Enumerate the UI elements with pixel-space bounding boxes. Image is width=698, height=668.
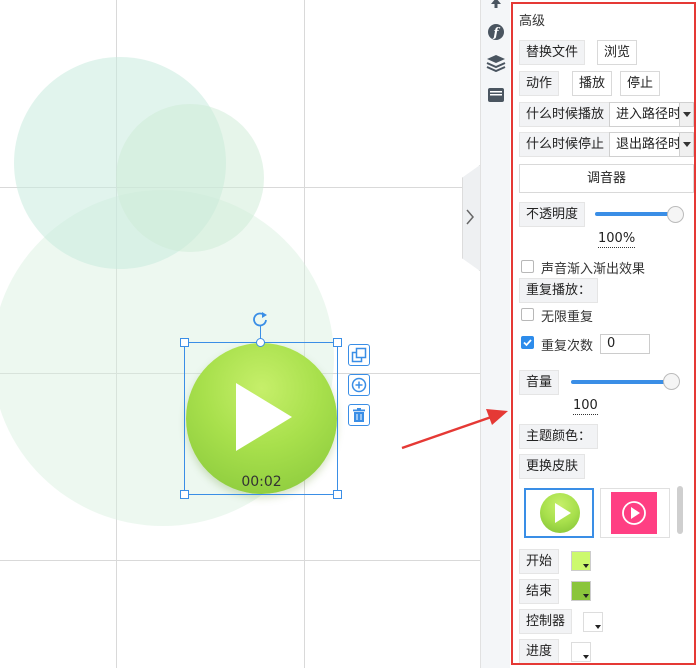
add-button[interactable] [348,374,370,396]
play-circle-icon [622,501,646,525]
function-icon: f [488,24,504,40]
panel-title: 高级 [519,14,546,29]
selection-box[interactable] [184,342,338,495]
opacity-value[interactable]: 100% [598,231,636,248]
infinite-repeat-label: 无限重复 [541,310,594,325]
checkmark-icon [523,339,532,347]
play-button[interactable]: 播放 [572,71,613,96]
when-play-value: 进入路径时 [616,107,682,122]
chevron-right-icon [466,209,474,225]
end-color-label: 结束 [519,579,560,604]
volume-slider[interactable] [571,380,671,384]
start-color-label: 开始 [519,549,560,574]
chevron-down-icon [583,655,589,659]
pin-icon [491,0,501,8]
toolbar-item-animation[interactable] [486,0,506,14]
trash-icon [353,408,365,422]
skin-option-green[interactable] [524,488,594,538]
resize-handle-br[interactable] [333,490,342,499]
skin-option-pink[interactable] [600,488,670,538]
when-stop-label: 什么时候停止 [519,132,612,157]
stop-button[interactable]: 停止 [620,71,661,96]
fade-label: 声音渐入渐出效果 [541,262,646,277]
change-skin-button[interactable]: 更换皮肤 [519,454,586,479]
start-color-picker[interactable] [571,551,591,571]
delete-button[interactable] [348,404,370,426]
controller-color-label: 控制器 [519,609,573,634]
browse-button[interactable]: 浏览 [597,40,638,65]
resize-handle-top[interactable] [256,338,265,347]
toolbar-item-function[interactable]: f [486,22,506,42]
duplicate-button[interactable] [348,344,370,366]
advanced-properties-panel: 高级 替换文件 浏览 动作 播放 停止 什么时候播放 进入路径时 什么时候停止 … [511,2,696,665]
repeat-count-checkbox[interactable] [521,336,534,349]
replace-file-button[interactable]: 替换文件 [519,40,586,65]
repeat-count-input[interactable]: 0 [600,334,650,354]
when-stop-value: 退出路径时 [616,137,682,152]
controller-color-picker[interactable] [583,612,603,632]
design-canvas[interactable] [0,0,480,668]
volume-label: 音量 [519,370,560,395]
chevron-down-icon [679,103,693,126]
chevron-down-icon [679,133,693,156]
when-play-label: 什么时候播放 [519,102,612,127]
when-stop-select[interactable]: 退出路径时 [609,132,694,157]
progress-color-picker[interactable] [571,642,591,662]
fade-checkbox[interactable] [521,260,534,273]
volume-value[interactable]: 100 [573,398,598,415]
archive-icon [488,88,504,102]
repeat-count-label: 重复次数 [541,339,594,354]
volume-slider-thumb[interactable] [663,373,680,390]
play-icon [555,503,571,523]
background-bubble [116,104,264,252]
repeat-label: 重复播放： [519,278,599,303]
skin-scrollbar[interactable] [677,486,683,534]
chevron-down-icon [595,625,601,629]
resize-handle-bl[interactable] [180,490,189,499]
rotate-icon[interactable] [251,310,269,328]
grid-line [0,560,480,561]
resize-handle-tr[interactable] [333,338,342,347]
chevron-down-icon [583,594,589,598]
duplicate-icon [351,347,367,363]
mixer-button[interactable]: 调音器 [519,164,694,193]
theme-color-label: 主题颜色： [519,424,599,449]
resize-handle-tl[interactable] [180,338,189,347]
add-circle-icon [351,377,367,393]
progress-color-label: 进度 [519,639,560,663]
opacity-slider[interactable] [595,212,675,216]
action-label: 动作 [519,71,560,96]
toolbar-item-layers[interactable] [486,53,506,73]
vertical-toolbar: f [480,0,510,668]
layers-icon [486,55,506,72]
opacity-slider-thumb[interactable] [667,206,684,223]
toolbar-item-storage[interactable] [486,85,506,105]
when-play-select[interactable]: 进入路径时 [609,102,694,127]
opacity-label: 不透明度 [519,202,586,227]
end-color-picker[interactable] [571,581,591,601]
infinite-repeat-checkbox[interactable] [521,308,534,321]
chevron-down-icon [583,564,589,568]
